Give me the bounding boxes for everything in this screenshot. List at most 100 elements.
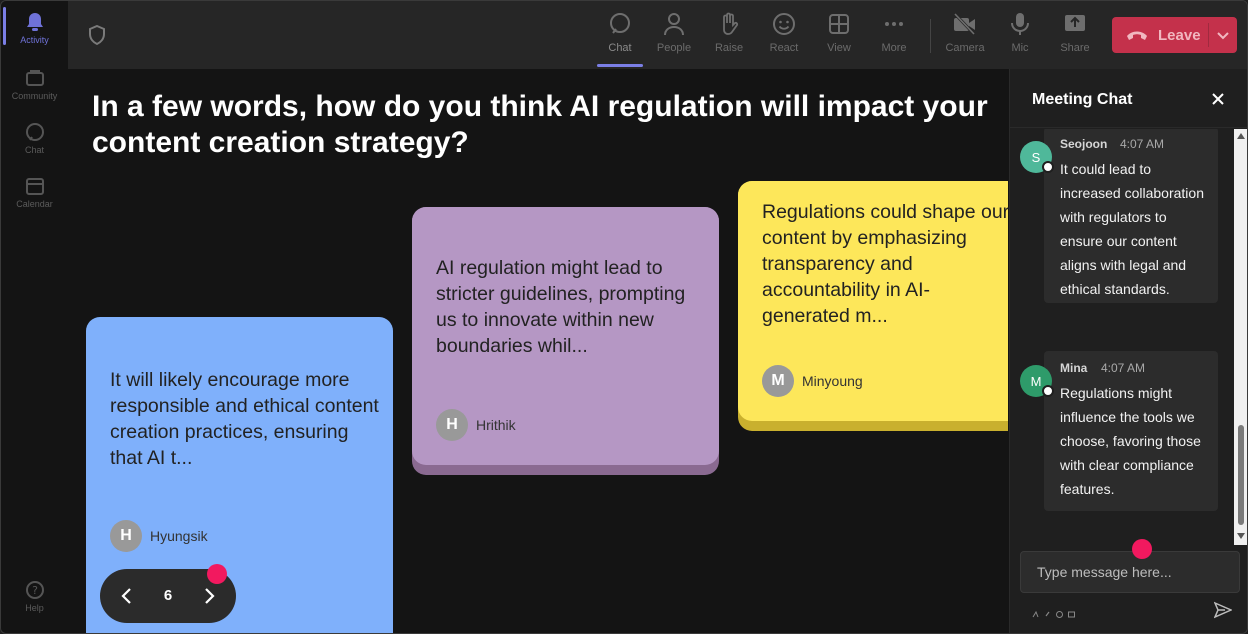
shield-icon[interactable] [88, 24, 108, 47]
hand-icon [716, 11, 742, 37]
response-note[interactable]: Regulations could shape our content by e… [738, 181, 1009, 431]
chat-panel-title: Meeting Chat [1032, 91, 1133, 108]
leave-button-separator [1208, 23, 1209, 47]
toolbar-button-label: Share [1060, 42, 1090, 54]
message-time: 4:07 AM [1120, 137, 1165, 151]
avatar: H [436, 409, 468, 441]
scroll-down-icon[interactable] [1237, 533, 1245, 539]
toolbar-view-button[interactable]: View [812, 11, 866, 63]
pointer-dot [207, 564, 227, 584]
close-icon[interactable] [1210, 91, 1226, 107]
avatar-initial: S [1031, 149, 1041, 165]
community-icon [24, 67, 46, 89]
rail-item-label: Calendar [16, 199, 53, 209]
toolbar-button-label: React [769, 42, 799, 54]
toolbar-button-label: View [827, 42, 851, 54]
rail-item-chat[interactable]: Chat [1, 121, 68, 171]
toolbar-button-label: Raise [714, 42, 744, 54]
message-author: Seojoon [1060, 137, 1108, 151]
rail-item-calendar[interactable]: Calendar [1, 175, 68, 225]
toolbar-camera-button[interactable]: Camera [938, 11, 992, 63]
meeting-window: Activity Community Chat Calendar ? Help [0, 0, 1248, 634]
rail-item-label: Chat [24, 145, 44, 155]
presence-status-icon [1042, 385, 1054, 397]
author-name: Hrithik [476, 417, 516, 433]
toolbar-button-label: Chat [608, 42, 632, 54]
avatar: M [1020, 365, 1054, 397]
presentation-stage: In a few words, how do you think AI regu… [68, 69, 1009, 633]
author-name: Minyoung [802, 373, 863, 389]
response-note[interactable]: AI regulation might lead to stricter gui… [412, 207, 719, 475]
chat-message-input[interactable] [1020, 551, 1240, 593]
rail-item-label: Activity [20, 35, 49, 45]
app-rail: Activity Community Chat Calendar ? Help [1, 1, 68, 633]
message-time: 4:07 AM [1101, 361, 1146, 375]
chat-scrollbar[interactable] [1234, 129, 1247, 545]
chat-message: Mina 4:07 AM Regulations might influence… [1044, 351, 1218, 511]
message-text: It could lead to increased collaboration… [1060, 161, 1204, 297]
message-text: Regulations might influence the tools we… [1060, 385, 1201, 497]
avatar: H [110, 520, 142, 552]
toolbar-mic-button[interactable]: Mic [993, 11, 1047, 63]
rail-item-community[interactable]: Community [1, 67, 68, 117]
scrollbar-thumb[interactable] [1238, 425, 1244, 525]
note-face: AI regulation might lead to stricter gui… [412, 207, 719, 465]
camera-off-icon [952, 11, 978, 37]
chevron-left-icon[interactable] [116, 585, 136, 607]
toolbar-divider [930, 19, 931, 53]
smiley-icon [771, 11, 797, 37]
meeting-toolbar: Chat People Raise React View More Camera… [68, 1, 1247, 69]
meeting-chat-panel: Meeting Chat Seojoon 4:07 AM It could le… [1009, 69, 1247, 633]
avatar: S [1020, 141, 1054, 173]
toolbar-raise-button[interactable]: Raise [702, 11, 756, 63]
rail-item-help[interactable]: ? Help [1, 579, 68, 629]
avatar: M [762, 365, 794, 397]
toolbar-button-label: Camera [945, 42, 985, 54]
chevron-down-icon[interactable] [1216, 28, 1230, 47]
emoji-icon[interactable] [1056, 605, 1063, 618]
rail-item-activity[interactable]: Activity [1, 11, 68, 61]
attach-icon[interactable] [1044, 605, 1051, 617]
toolbar-react-button[interactable]: React [757, 11, 811, 63]
toolbar-button-label: Mic [1011, 42, 1029, 54]
message-author: Mina [1060, 361, 1088, 375]
note-face: Regulations could shape our content by e… [738, 181, 1009, 421]
more-icon [881, 11, 907, 37]
chat-header-divider [1010, 127, 1247, 128]
chat-message-list: Seojoon 4:07 AM It could lead to increas… [1010, 129, 1232, 543]
chat-icon [607, 11, 633, 37]
format-icon[interactable] [1032, 605, 1039, 618]
note-author: H Hrithik [436, 409, 516, 441]
toolbar-chat-button[interactable]: Chat [593, 11, 647, 63]
toolbar-button-label: More [881, 42, 907, 54]
help-icon: ? [24, 579, 46, 601]
bell-icon [24, 11, 46, 33]
people-icon [661, 11, 687, 37]
share-icon [1062, 11, 1088, 37]
send-icon[interactable] [1213, 601, 1233, 619]
svg-text:?: ? [32, 584, 38, 597]
phone-hangup-icon [1126, 28, 1148, 42]
note-text: AI regulation might lead to stricter gui… [436, 257, 686, 357]
toolbar-more-button[interactable]: More [867, 11, 921, 63]
mic-icon [1007, 11, 1033, 37]
presence-status-icon [1042, 161, 1054, 173]
poll-question: In a few words, how do you think AI regu… [92, 90, 988, 159]
compose-format-toolbar [1032, 605, 1075, 618]
chevron-right-icon[interactable] [200, 585, 220, 607]
gif-icon[interactable] [1068, 605, 1075, 618]
note-author: M Minyoung [762, 365, 863, 397]
note-text: Regulations could shape our content by e… [762, 201, 1009, 327]
toolbar-people-button[interactable]: People [647, 11, 701, 63]
active-tab-indicator [597, 64, 643, 67]
leave-button[interactable]: Leave [1112, 17, 1237, 53]
chat-icon [24, 121, 46, 143]
avatar-initial: M [1030, 373, 1042, 389]
pointer-dot [1132, 539, 1152, 559]
note-author: H Hyungsik [110, 520, 208, 552]
scroll-up-icon[interactable] [1237, 133, 1245, 139]
toolbar-button-label: People [656, 42, 692, 54]
rail-item-label: Help [25, 603, 44, 613]
toolbar-share-button[interactable]: Share [1048, 11, 1102, 63]
note-text: It will likely encourage more responsibl… [110, 369, 379, 469]
